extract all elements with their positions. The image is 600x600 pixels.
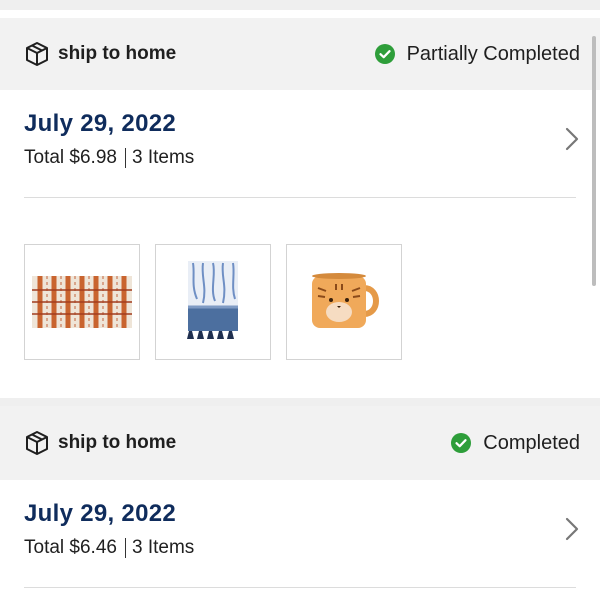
order-status: Completed bbox=[451, 432, 580, 455]
tie-dye-towel-icon bbox=[187, 261, 238, 339]
order-header: ship to home Completed bbox=[0, 406, 600, 480]
order-card[interactable]: ship to home Completed July 29, 2022 Tot… bbox=[0, 406, 600, 588]
total-amount: Total $6.46 bbox=[24, 537, 117, 558]
item-count: 3 Items bbox=[131, 537, 195, 558]
delivery-method: ship to home bbox=[24, 41, 176, 67]
order-summary[interactable]: July 29, 2022 Total $6.46 3 Items bbox=[0, 480, 600, 588]
order-status: Partially Completed bbox=[374, 42, 580, 66]
tiger-mug-icon bbox=[312, 273, 379, 328]
order-total: Total $6.98 3 Items bbox=[24, 147, 576, 169]
separator bbox=[124, 148, 126, 168]
package-icon bbox=[26, 42, 48, 66]
delivery-label: ship to home bbox=[58, 432, 177, 453]
top-strip bbox=[0, 0, 600, 10]
order-summary[interactable]: July 29, 2022 Total $6.98 3 Items bbox=[0, 90, 600, 198]
item-thumbnail[interactable] bbox=[155, 244, 271, 360]
check-circle-icon bbox=[451, 433, 472, 453]
separator bbox=[124, 538, 126, 558]
section-separator bbox=[0, 398, 600, 406]
chevron-right-icon[interactable] bbox=[564, 516, 580, 542]
delivery-label: ship to home bbox=[58, 43, 177, 64]
order-date: July 29, 2022 bbox=[24, 500, 177, 527]
package-icon bbox=[26, 431, 48, 455]
item-thumbnails bbox=[0, 198, 600, 396]
chevron-right-icon[interactable] bbox=[564, 126, 580, 152]
item-thumbnail[interactable] bbox=[286, 244, 402, 360]
order-date: July 29, 2022 bbox=[24, 110, 177, 137]
status-label: Completed bbox=[483, 431, 580, 454]
delivery-method: ship to home bbox=[24, 430, 176, 456]
order-total: Total $6.46 3 Items bbox=[24, 537, 576, 559]
check-circle-icon bbox=[374, 44, 395, 64]
order-card[interactable]: ship to home Partially Completed July 29… bbox=[0, 18, 600, 396]
item-thumbnail[interactable] bbox=[24, 244, 140, 360]
striped-rug-icon bbox=[32, 276, 132, 328]
order-header: ship to home Partially Completed bbox=[0, 18, 600, 90]
item-count: 3 Items bbox=[131, 147, 195, 168]
scrollbar[interactable] bbox=[592, 36, 596, 286]
status-label: Partially Completed bbox=[406, 42, 580, 65]
total-amount: Total $6.98 bbox=[24, 147, 117, 168]
divider bbox=[24, 587, 576, 588]
